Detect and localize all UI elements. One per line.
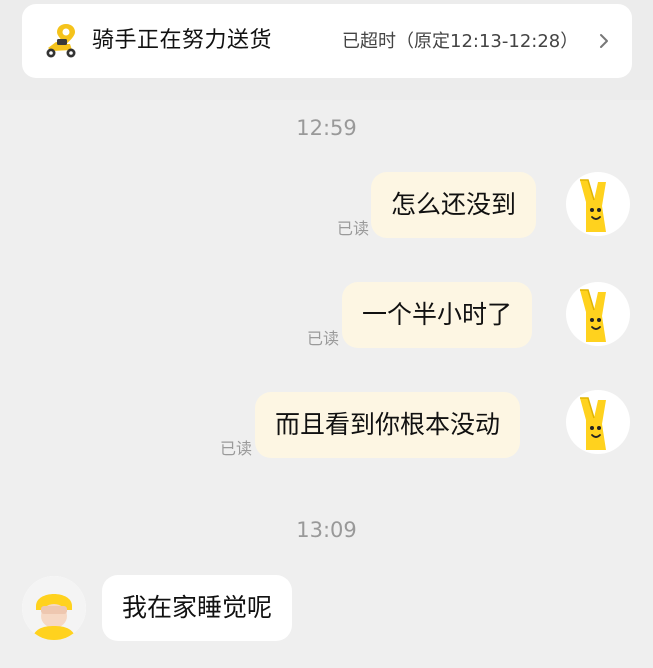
bunny-hand-graphic [580, 179, 606, 232]
rider-scooter-icon [46, 24, 76, 58]
read-receipt: 已读 [307, 329, 340, 348]
bunny-hand-avatar-icon[interactable] [566, 172, 630, 236]
incoming-message-bubble[interactable]: 我在家睡觉呢 [102, 575, 293, 641]
bunny-hand-graphic [580, 289, 606, 342]
delivery-status-card[interactable]: 骑手正在努力送货 已超时（原定12:13-12:28） [22, 4, 632, 78]
message-text: 而且看到你根本没动 [275, 410, 501, 439]
message-text: 我在家睡觉呢 [122, 593, 273, 622]
chevron-right-icon[interactable] [598, 29, 610, 53]
bunny-hand-avatar-icon[interactable] [566, 282, 630, 346]
outgoing-message-bubble[interactable]: 而且看到你根本没动 [255, 392, 521, 458]
status-detail: 已超时（原定12:13-12:28） [342, 31, 579, 52]
chat-timestamp: 13:09 [296, 518, 357, 542]
chat-timestamp: 12:59 [296, 116, 357, 140]
read-receipt: 已读 [220, 439, 253, 458]
read-receipt: 已读 [337, 219, 370, 238]
rider-avatar-icon[interactable] [22, 576, 86, 640]
status-title: 骑手正在努力送货 [92, 28, 273, 53]
rider-avatar-graphic [22, 576, 86, 640]
outgoing-message-bubble[interactable]: 一个半小时了 [342, 282, 533, 348]
outgoing-message-bubble[interactable]: 怎么还没到 [371, 172, 537, 238]
bunny-hand-avatar-icon[interactable] [566, 390, 630, 454]
message-text: 怎么还没到 [391, 190, 517, 219]
message-text: 一个半小时了 [362, 300, 513, 329]
bunny-hand-graphic [580, 397, 606, 450]
